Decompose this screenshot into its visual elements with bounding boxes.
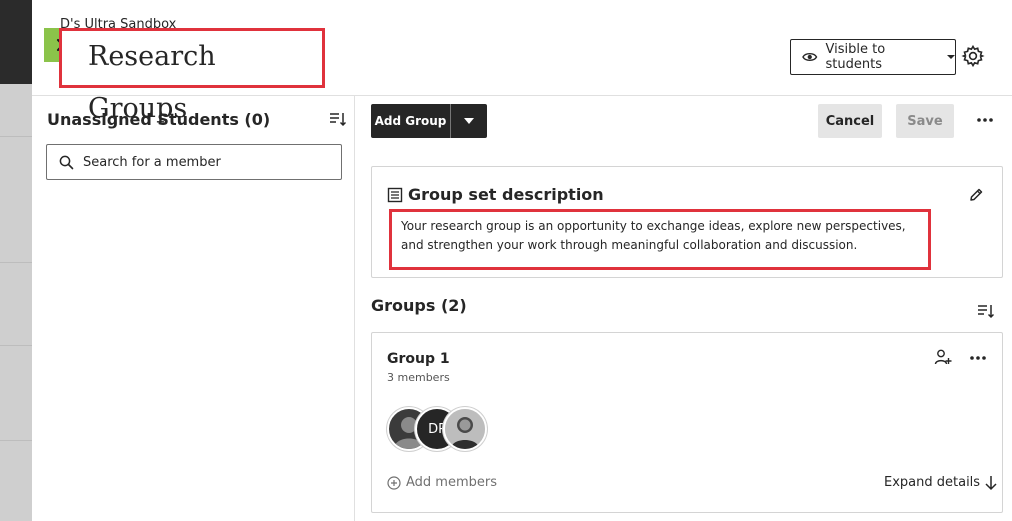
- panel-header: D's Ultra Sandbox Research Groups Visibl…: [32, 0, 1012, 124]
- groups-title: Groups (2): [371, 296, 467, 315]
- description-text: Your research group is an opportunity to…: [389, 209, 931, 270]
- gear-icon[interactable]: [961, 44, 985, 68]
- arrow-down-icon: [985, 476, 997, 491]
- add-group-label[interactable]: Add Group: [371, 104, 451, 138]
- unassigned-title: Unassigned Students (0): [47, 110, 271, 129]
- pencil-icon[interactable]: [968, 187, 984, 203]
- visibility-label: Visible to students: [825, 42, 886, 72]
- add-user-icon[interactable]: [934, 348, 952, 366]
- search-placeholder: Search for a member: [83, 154, 221, 170]
- background-divider: [0, 345, 32, 346]
- document-icon: [387, 187, 403, 203]
- sort-icon[interactable]: [328, 110, 346, 128]
- member-search-input[interactable]: Search for a member: [46, 144, 342, 180]
- group-name[interactable]: Group 1: [387, 350, 450, 368]
- background-divider: [0, 136, 32, 137]
- chevron-down-icon: [947, 55, 955, 59]
- save-button[interactable]: Save: [896, 104, 954, 138]
- add-group-dropdown[interactable]: [451, 104, 487, 138]
- more-options-icon[interactable]: [975, 113, 995, 127]
- background-divider: [0, 440, 32, 441]
- eye-icon: [802, 53, 818, 61]
- search-icon: [59, 155, 74, 169]
- sort-icon[interactable]: [976, 302, 994, 320]
- add-members-label: Add members: [406, 475, 497, 490]
- background-page: [0, 0, 32, 521]
- background-divider: [0, 262, 32, 263]
- unassigned-column: Unassigned Students (0) Search for a mem…: [32, 96, 355, 521]
- add-group-button[interactable]: Add Group: [371, 104, 487, 138]
- more-options-icon[interactable]: [968, 351, 988, 365]
- add-members-link[interactable]: Add members: [387, 475, 497, 491]
- background-topbar: [0, 0, 32, 84]
- plus-circle-icon: [387, 476, 401, 490]
- avatar[interactable]: [443, 407, 487, 451]
- visibility-dropdown[interactable]: Visible to students: [790, 39, 956, 75]
- page-title: Research Groups: [59, 28, 325, 124]
- cancel-button[interactable]: Cancel: [818, 104, 882, 138]
- group-card[interactable]: Group 1 3 members DP Add members Expand …: [371, 332, 1003, 513]
- expand-details-link[interactable]: Expand details: [884, 475, 998, 491]
- group-set-panel: D's Ultra Sandbox Research Groups Visibl…: [32, 0, 1012, 521]
- description-title: Group set description: [408, 185, 604, 204]
- chevron-down-icon: [464, 118, 474, 124]
- group-set-description-card: Group set description Your research grou…: [371, 166, 1003, 278]
- group-member-count: 3 members: [387, 371, 450, 384]
- member-avatars: DP: [387, 407, 497, 453]
- expand-details-label: Expand details: [884, 475, 981, 490]
